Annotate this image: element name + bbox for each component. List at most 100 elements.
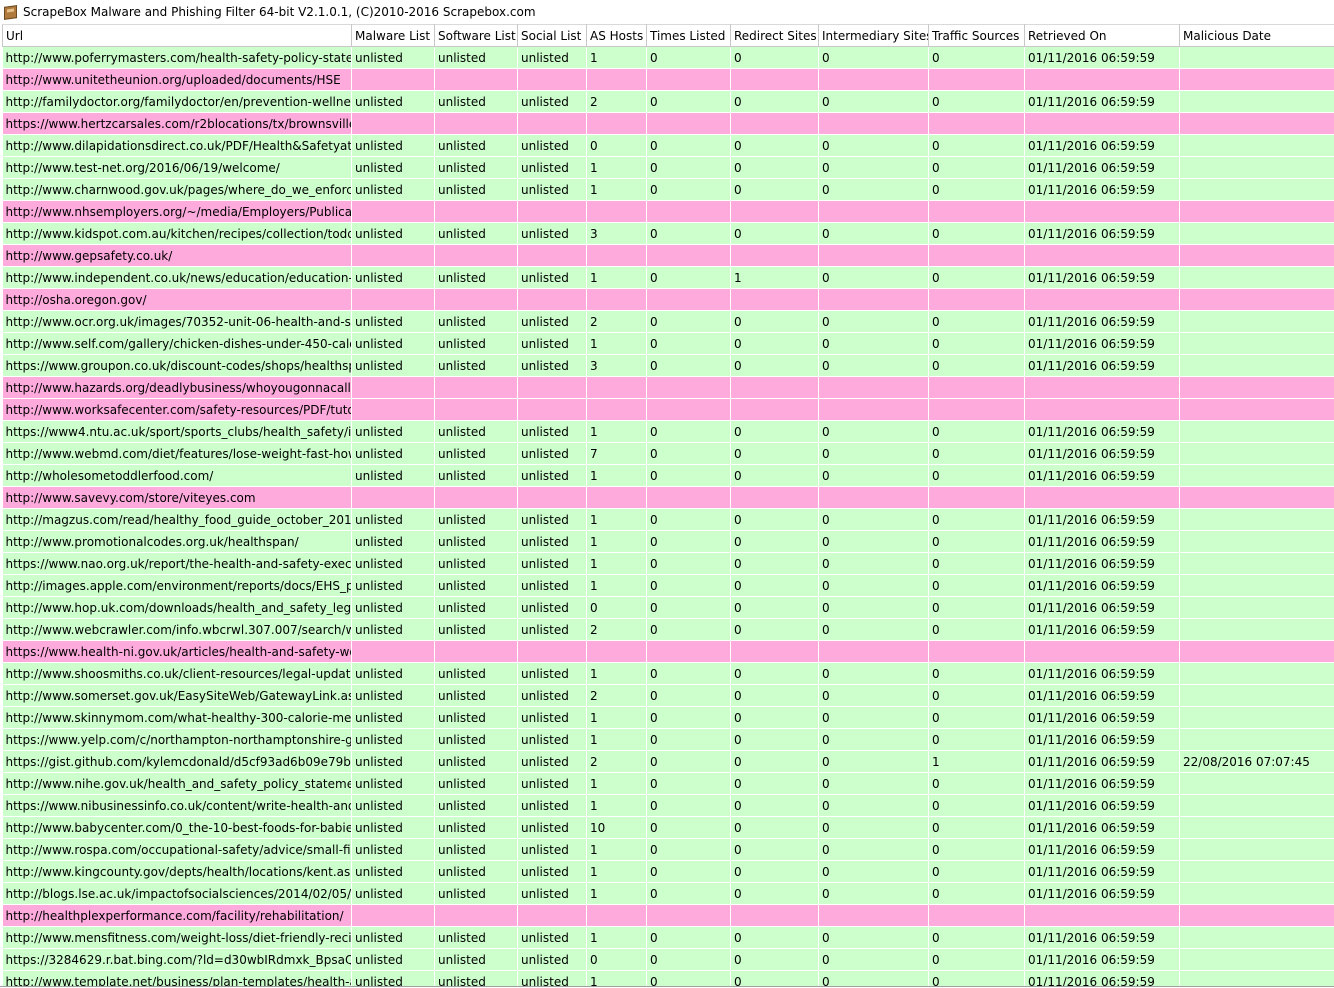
cell-times-listed: 0 [646, 970, 731, 986]
cell-malware-list: unlisted [351, 354, 435, 377]
cell-software-list: unlisted [434, 420, 518, 443]
table-row[interactable]: http://www.gepsafety.co.uk/ [2, 244, 1334, 267]
cell-as-hosts: 0 [586, 134, 647, 157]
column-header-redirect-sites[interactable]: Redirect Sites [730, 24, 819, 47]
cell-intermediary-sites: 0 [818, 838, 929, 861]
table-row[interactable]: http://www.kingcounty.gov/depts/health/l… [2, 860, 1334, 883]
cell-as-hosts: 1 [586, 970, 647, 986]
cell-intermediary-sites: 0 [818, 90, 929, 113]
cell-software-list [434, 904, 518, 927]
cell-malware-list [351, 640, 435, 663]
table-row[interactable]: http://blogs.lse.ac.uk/impactofsocialsci… [2, 882, 1334, 905]
cell-retrieved-on: 01/11/2016 06:59:59 [1024, 178, 1180, 201]
table-row[interactable]: https://gist.github.com/kylemcdonald/d5c… [2, 750, 1334, 773]
cell-redirect-sites: 0 [730, 442, 819, 465]
column-header-as-hosts[interactable]: AS Hosts [586, 24, 647, 47]
cell-malicious-date [1179, 530, 1334, 553]
table-row[interactable]: http://www.ocr.org.uk/images/70352-unit-… [2, 310, 1334, 333]
cell-intermediary-sites: 0 [818, 332, 929, 355]
cell-redirect-sites [730, 112, 819, 135]
table-row[interactable]: https://www.groupon.co.uk/discount-codes… [2, 354, 1334, 377]
cell-software-list: unlisted [434, 332, 518, 355]
table-row[interactable]: https://www.hertzcarsales.com/r2blocatio… [2, 112, 1334, 135]
column-header-malicious-date[interactable]: Malicious Date [1179, 24, 1334, 47]
table-row[interactable]: http://www.kidspot.com.au/kitchen/recipe… [2, 222, 1334, 245]
table-row[interactable]: http://www.babycenter.com/0_the-10-best-… [2, 816, 1334, 839]
cell-malware-list: unlisted [351, 574, 435, 597]
cell-times-listed [646, 904, 731, 927]
cell-times-listed: 0 [646, 772, 731, 795]
table-row[interactable]: http://www.rospa.com/occupational-safety… [2, 838, 1334, 861]
table-row[interactable]: http://www.nhsemployers.org/~/media/Empl… [2, 200, 1334, 223]
column-header-traffic-sources[interactable]: Traffic Sources [928, 24, 1025, 47]
cell-times-listed: 0 [646, 948, 731, 971]
window-titlebar[interactable]: ScrapeBox Malware and Phishing Filter 64… [0, 0, 1334, 24]
table-row[interactable]: http://www.hop.uk.com/downloads/health_a… [2, 596, 1334, 619]
table-row[interactable]: http://healthplexperformance.com/facilit… [2, 904, 1334, 927]
table-row[interactable]: http://www.savevy.com/store/viteyes.com [2, 486, 1334, 509]
table-row[interactable]: http://www.charnwood.gov.uk/pages/where_… [2, 178, 1334, 201]
cell-malicious-date [1179, 68, 1334, 91]
cell-as-hosts: 2 [586, 90, 647, 113]
table-row[interactable]: http://magzus.com/read/healthy_food_guid… [2, 508, 1334, 531]
table-row[interactable]: http://www.skinnymom.com/what-healthy-30… [2, 706, 1334, 729]
column-header-malware-list[interactable]: Malware List [351, 24, 435, 47]
cell-software-list: unlisted [434, 134, 518, 157]
cell-social-list: unlisted [517, 464, 587, 487]
cell-malware-list: unlisted [351, 46, 435, 69]
table-row[interactable]: http://wholesometoddlerfood.com/unlisted… [2, 464, 1334, 487]
cell-malware-list: unlisted [351, 266, 435, 289]
table-row[interactable]: http://familydoctor.org/familydoctor/en/… [2, 90, 1334, 113]
table-row[interactable]: https://3284629.r.bat.bing.com/?ld=d30wb… [2, 948, 1334, 971]
cell-as-hosts [586, 486, 647, 509]
table-row[interactable]: http://www.hazards.org/deadlybusiness/wh… [2, 376, 1334, 399]
cell-as-hosts: 2 [586, 310, 647, 333]
table-row[interactable]: https://www.health-ni.gov.uk/articles/he… [2, 640, 1334, 663]
table-row[interactable]: https://www.nibusinessinfo.co.uk/content… [2, 794, 1334, 817]
column-header-software-list[interactable]: Software List [434, 24, 518, 47]
cell-traffic-sources [928, 244, 1025, 267]
cell-software-list [434, 68, 518, 91]
cell-malware-list: unlisted [351, 90, 435, 113]
column-header-retrieved-on[interactable]: Retrieved On [1024, 24, 1180, 47]
cell-times-listed: 0 [646, 464, 731, 487]
results-grid[interactable]: Url Malware List Software List Social Li… [0, 24, 1334, 987]
cell-software-list: unlisted [434, 552, 518, 575]
cell-traffic-sources: 0 [928, 156, 1025, 179]
table-row[interactable]: http://www.shoosmiths.co.uk/client-resou… [2, 662, 1334, 685]
cell-malicious-date [1179, 134, 1334, 157]
column-header-social-list[interactable]: Social List [517, 24, 587, 47]
table-row[interactable]: http://www.somerset.gov.uk/EasySiteWeb/G… [2, 684, 1334, 707]
column-header-url[interactable]: Url [2, 24, 352, 47]
table-row[interactable]: http://www.dilapidationsdirect.co.uk/PDF… [2, 134, 1334, 157]
table-row[interactable]: http://www.template.net/business/plan-te… [2, 970, 1334, 986]
table-row[interactable]: http://images.apple.com/environment/repo… [2, 574, 1334, 597]
column-header-intermediary-sites[interactable]: Intermediary Sites [818, 24, 929, 47]
cell-as-hosts: 1 [586, 838, 647, 861]
table-row[interactable]: http://www.test-net.org/2016/06/19/welco… [2, 156, 1334, 179]
column-header-times-listed[interactable]: Times Listed [646, 24, 731, 47]
cell-traffic-sources: 1 [928, 750, 1025, 773]
cell-software-list [434, 640, 518, 663]
cell-times-listed [646, 398, 731, 421]
table-row[interactable]: http://www.self.com/gallery/chicken-dish… [2, 332, 1334, 355]
table-row[interactable]: http://www.mensfitness.com/weight-loss/d… [2, 926, 1334, 949]
table-row[interactable]: https://www.yelp.com/c/northampton-north… [2, 728, 1334, 751]
table-row[interactable]: http://www.worksafecenter.com/safety-res… [2, 398, 1334, 421]
table-row[interactable]: http://www.webmd.com/diet/features/lose-… [2, 442, 1334, 465]
table-row[interactable]: https://www4.ntu.ac.uk/sport/sports_club… [2, 420, 1334, 443]
table-row[interactable]: http://www.webcrawler.com/info.wbcrwl.30… [2, 618, 1334, 641]
cell-malware-list: unlisted [351, 948, 435, 971]
table-row[interactable]: https://www.nao.org.uk/report/the-health… [2, 552, 1334, 575]
table-row[interactable]: http://www.poferrymasters.com/health-saf… [2, 46, 1334, 69]
cell-software-list: unlisted [434, 464, 518, 487]
cell-url: http://blogs.lse.ac.uk/impactofsocialsci… [2, 882, 352, 905]
table-row[interactable]: http://www.promotionalcodes.org.uk/healt… [2, 530, 1334, 553]
table-row[interactable]: http://www.independent.co.uk/news/educat… [2, 266, 1334, 289]
cell-times-listed: 0 [646, 222, 731, 245]
cell-url: http://www.mensfitness.com/weight-loss/d… [2, 926, 352, 949]
cell-malicious-date [1179, 574, 1334, 597]
table-row[interactable]: http://osha.oregon.gov/ [2, 288, 1334, 311]
table-row[interactable]: http://www.nihe.gov.uk/health_and_safety… [2, 772, 1334, 795]
table-row[interactable]: http://www.unitetheunion.org/uploaded/do… [2, 68, 1334, 91]
